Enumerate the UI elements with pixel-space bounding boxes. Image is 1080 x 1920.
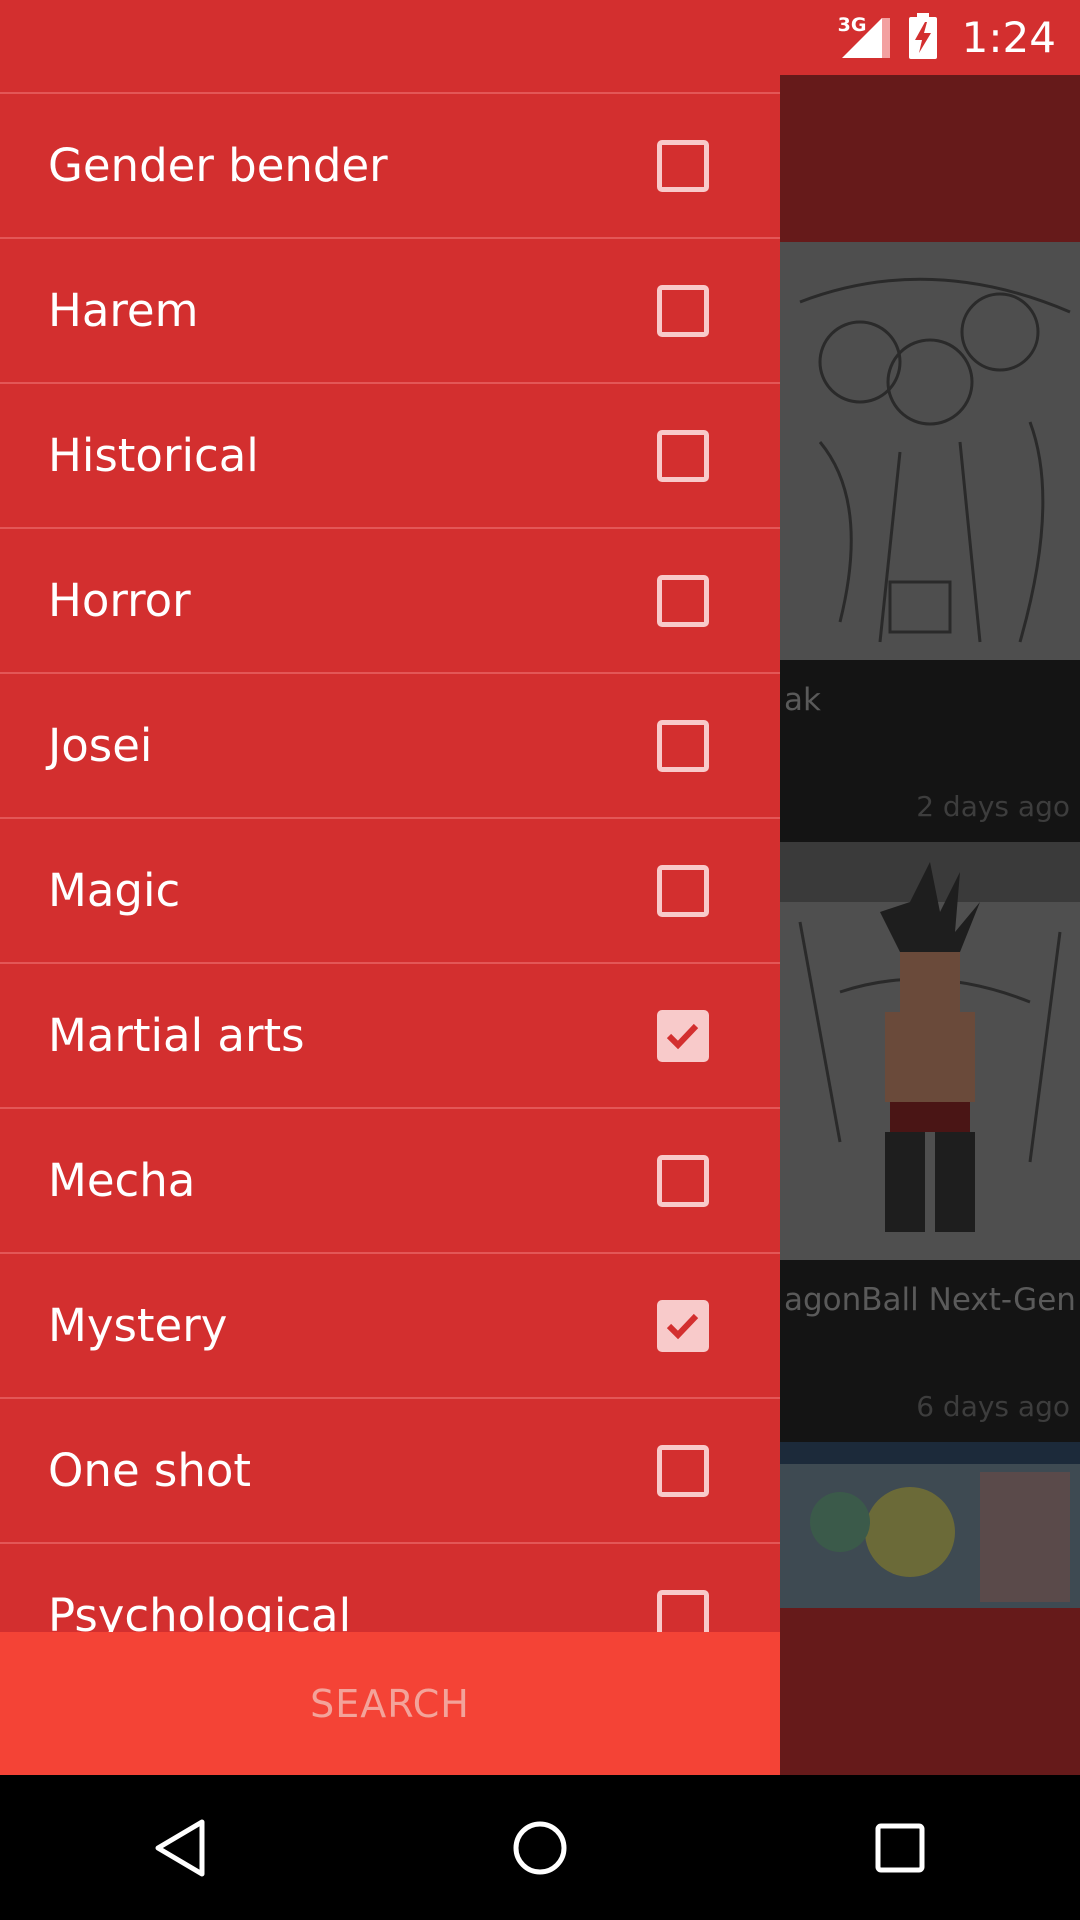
network-type: 3G (837, 13, 867, 36)
manga-cover-image[interactable] (780, 242, 1080, 660)
genre-checkbox[interactable] (657, 429, 709, 482)
genre-list: Gender bender Harem Historical Horror Josei M… (0, 92, 780, 1687)
search-button[interactable]: SEARCH (0, 1632, 780, 1775)
genre-item[interactable]: Historical (0, 382, 780, 527)
checkmark-icon (666, 1023, 699, 1049)
genre-item[interactable]: Martial arts (0, 962, 780, 1107)
manga-updated-time: 6 days ago (916, 1390, 1070, 1423)
genre-label: Mecha (48, 1154, 196, 1207)
genre-label: Horror (48, 574, 191, 627)
genre-checkbox[interactable] (657, 1154, 709, 1207)
genre-checkbox-checked[interactable] (657, 1299, 709, 1352)
genre-item[interactable]: Horror (0, 527, 780, 672)
genre-checkbox[interactable] (657, 574, 709, 627)
genre-label: Mystery (48, 1299, 228, 1352)
manga-title[interactable]: ak (784, 682, 821, 718)
genre-checkbox[interactable] (657, 284, 709, 337)
background-bottom-bar (780, 1608, 1080, 1775)
genre-label: Historical (48, 429, 259, 482)
genre-checkbox-checked[interactable] (657, 1009, 709, 1062)
manga-title[interactable]: agonBall Next-Gen (784, 1282, 1076, 1318)
genre-checkbox[interactable] (657, 719, 709, 772)
genre-label: Gender bender (48, 139, 388, 192)
checkmark-icon (666, 1313, 699, 1339)
genre-item[interactable]: Gender bender (0, 92, 780, 237)
genre-item[interactable]: Mecha (0, 1107, 780, 1252)
manga-cover-image[interactable] (780, 1442, 1080, 1608)
manga-cover-image[interactable] (780, 842, 1080, 1260)
status-icons: 3G 1:24 (838, 0, 1056, 75)
genre-label: Martial arts (48, 1009, 305, 1062)
status-bar: 3G 1:24 (0, 0, 1080, 75)
genre-item[interactable]: Harem (0, 237, 780, 382)
manga-feed: ak 2 days ago agonBall Next-Gen 6 days a… (780, 242, 1080, 1608)
home-icon[interactable] (480, 1798, 600, 1898)
genre-checkbox[interactable] (657, 1444, 709, 1497)
genre-filter-drawer: Gender bender Harem Historical Horror Josei M… (0, 75, 780, 1775)
genre-checkbox[interactable] (657, 139, 709, 192)
genre-label: Magic (48, 864, 181, 917)
genre-checkbox[interactable] (657, 864, 709, 917)
genre-label: Harem (48, 284, 199, 337)
genre-item[interactable]: Mystery (0, 1252, 780, 1397)
clock: 1:24 (961, 13, 1056, 62)
genre-item[interactable]: One shot (0, 1397, 780, 1542)
genre-label: Josei (48, 719, 153, 772)
recents-icon[interactable] (840, 1798, 960, 1898)
genre-item[interactable]: Josei (0, 672, 780, 817)
back-icon[interactable] (120, 1798, 240, 1898)
manga-updated-time: 2 days ago (916, 790, 1070, 823)
genre-label: One shot (48, 1444, 252, 1497)
navigation-bar (0, 1775, 1080, 1920)
battery-charging-icon (908, 12, 938, 63)
genre-item[interactable]: Magic (0, 817, 780, 962)
signal-icon: 3G (837, 13, 894, 60)
